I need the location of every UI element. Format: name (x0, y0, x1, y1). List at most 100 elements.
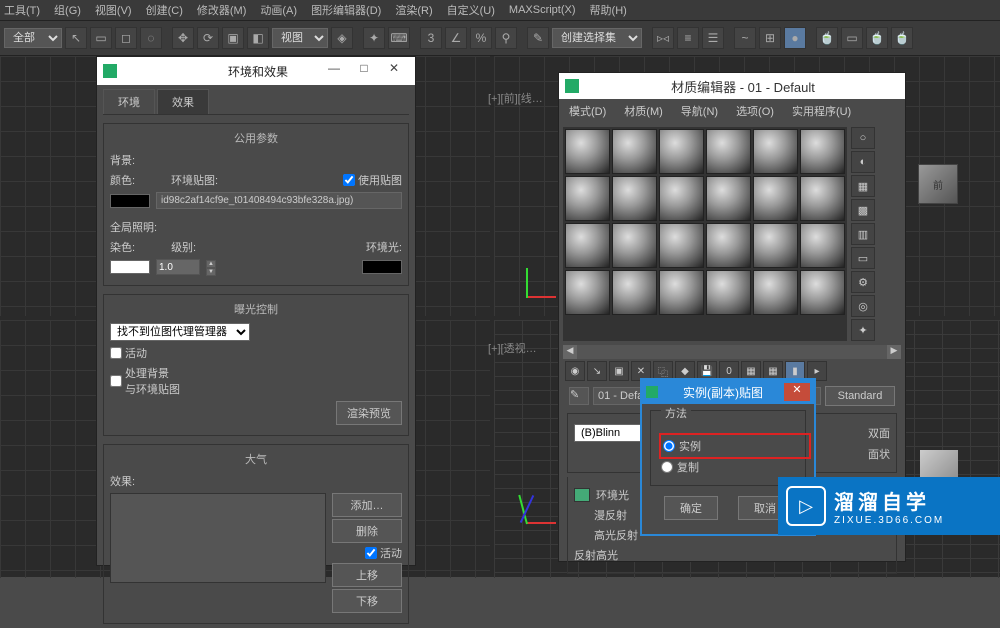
level-spinner[interactable] (156, 259, 200, 275)
menu-create[interactable]: 创建(C) (146, 2, 183, 18)
mat-map-nav-icon[interactable]: ✦ (851, 319, 875, 341)
material-slot[interactable] (706, 129, 751, 174)
put-to-scene-icon[interactable]: ↘ (587, 361, 607, 381)
env-titlebar[interactable]: 环境和效果 — □ ✕ (97, 57, 415, 85)
copy-radio[interactable]: 复制 (661, 459, 795, 475)
material-slot[interactable] (612, 223, 657, 268)
select-object-icon[interactable]: ↖ (65, 27, 87, 49)
menu-render[interactable]: 渲染(R) (395, 2, 432, 18)
effects-listbox[interactable] (110, 493, 326, 583)
material-slot[interactable] (565, 176, 610, 221)
ref-coord-icon[interactable]: ◧ (247, 27, 269, 49)
menu-group[interactable]: 组(G) (54, 2, 81, 18)
move-down-button[interactable]: 下移 (332, 589, 402, 613)
select-name-icon[interactable]: ▭ (90, 27, 112, 49)
material-slot[interactable] (659, 129, 704, 174)
viewcube-front[interactable]: 前 (918, 164, 958, 204)
ok-button[interactable]: 确定 (664, 496, 718, 520)
material-slot[interactable] (706, 176, 751, 221)
named-set-edit-icon[interactable]: ✎ (527, 27, 549, 49)
select-paint-icon[interactable]: ◌ (140, 27, 162, 49)
layers-icon[interactable]: ☰ (702, 27, 724, 49)
menu-modifiers[interactable]: 修改器(M) (197, 2, 247, 18)
close-button[interactable]: ✕ (784, 383, 810, 401)
preview-icon[interactable]: ▭ (851, 247, 875, 269)
menu-tools[interactable]: 工具(T) (4, 2, 40, 18)
render-setup-icon[interactable]: 🍵 (816, 27, 838, 49)
viewport-label-perspective[interactable]: [+][透视… (488, 340, 537, 356)
material-slot[interactable] (659, 223, 704, 268)
material-slot[interactable] (706, 270, 751, 315)
material-slot[interactable] (800, 223, 845, 268)
delete-effect-button[interactable]: 删除 (332, 519, 402, 543)
schematic-icon[interactable]: ⊞ (759, 27, 781, 49)
faceted-checkbox[interactable]: 面状 (868, 446, 890, 462)
lock-ambient-icon[interactable] (574, 488, 590, 502)
backlight-icon[interactable]: ◐ (851, 151, 875, 173)
menu-graph[interactable]: 图形编辑器(D) (311, 2, 381, 18)
material-slot[interactable] (659, 176, 704, 221)
material-slot[interactable] (753, 270, 798, 315)
mat-menu-util[interactable]: 实用程序(U) (792, 103, 851, 119)
material-slot[interactable] (612, 270, 657, 315)
envmap-button[interactable]: id98c2af14cf9e_t01408494c93bfe328a.jpg) (156, 192, 402, 209)
menu-maxscript[interactable]: MAXScript(X) (509, 4, 576, 16)
slots-hscroll[interactable]: ◀▶ (563, 345, 901, 359)
move-up-button[interactable]: 上移 (332, 563, 402, 587)
pivot-icon[interactable]: ◈ (331, 27, 353, 49)
mat-menu-material[interactable]: 材质(M) (624, 103, 663, 119)
instance-titlebar[interactable]: 实例(副本)贴图 ✕ (642, 380, 814, 404)
material-slot[interactable] (800, 129, 845, 174)
mat-titlebar[interactable]: 材质编辑器 - 01 - Default (559, 73, 905, 99)
instance-radio[interactable]: 实例 (663, 438, 793, 454)
close-button[interactable]: ✕ (379, 61, 409, 81)
mirror-icon[interactable]: ▹◃ (652, 27, 674, 49)
scale-icon[interactable]: ▣ (222, 27, 244, 49)
scroll-right-icon[interactable]: ▶ (887, 345, 901, 359)
uv-tile-icon[interactable]: ▩ (851, 199, 875, 221)
material-slot[interactable] (659, 270, 704, 315)
ref-coord-select[interactable]: 视图 (272, 28, 328, 48)
menu-animation[interactable]: 动画(A) (260, 2, 297, 18)
options-icon[interactable]: ⚙ (851, 271, 875, 293)
rotate-icon[interactable]: ⟳ (197, 27, 219, 49)
use-map-checkbox[interactable]: 使用贴图 (343, 172, 402, 188)
render-icon[interactable]: 🍵 (866, 27, 888, 49)
material-type-button[interactable]: Standard (825, 386, 895, 406)
spinner-snap-icon[interactable]: ⚲ (495, 27, 517, 49)
menu-customize[interactable]: 自定义(U) (447, 2, 495, 18)
add-effect-button[interactable]: 添加… (332, 493, 402, 517)
mat-menu-mode[interactable]: 模式(D) (569, 103, 606, 119)
percent-snap-icon[interactable]: % (470, 27, 492, 49)
spinner-up-icon[interactable]: ▲ (206, 260, 216, 268)
material-slot[interactable] (800, 176, 845, 221)
selection-filter-select[interactable]: 全部 (4, 28, 62, 48)
material-slot[interactable] (612, 176, 657, 221)
render-frame-icon[interactable]: ▭ (841, 27, 863, 49)
material-editor-icon[interactable]: ● (784, 27, 806, 49)
pick-material-icon[interactable]: ✎ (569, 387, 589, 405)
background-icon[interactable]: ▦ (851, 175, 875, 197)
viewport-label-front[interactable]: [+][前][线… (488, 90, 543, 106)
spinner-down-icon[interactable]: ▼ (206, 268, 216, 276)
material-slot[interactable] (753, 129, 798, 174)
material-slot[interactable] (753, 176, 798, 221)
minimize-button[interactable]: — (319, 61, 349, 81)
select-by-mat-icon[interactable]: ◎ (851, 295, 875, 317)
move-icon[interactable]: ✥ (172, 27, 194, 49)
angle-snap-icon[interactable]: ∠ (445, 27, 467, 49)
quick-render-icon[interactable]: 🍵 (891, 27, 913, 49)
tint-color-swatch[interactable] (110, 260, 150, 274)
material-slot[interactable] (706, 223, 751, 268)
exposure-active-checkbox[interactable]: 活动 (110, 345, 147, 361)
material-slot[interactable] (565, 223, 610, 268)
assign-icon[interactable]: ▣ (609, 361, 629, 381)
material-slot[interactable] (612, 129, 657, 174)
process-bg-checkbox[interactable]: 处理背景 与环境贴图 (110, 365, 180, 397)
tab-effects[interactable]: 效果 (157, 89, 209, 114)
tab-environment[interactable]: 环境 (103, 89, 155, 114)
sample-type-icon[interactable]: ○ (851, 127, 875, 149)
snap-toggle-icon[interactable]: 3 (420, 27, 442, 49)
mat-menu-nav[interactable]: 导航(N) (681, 103, 718, 119)
material-slot[interactable] (565, 129, 610, 174)
